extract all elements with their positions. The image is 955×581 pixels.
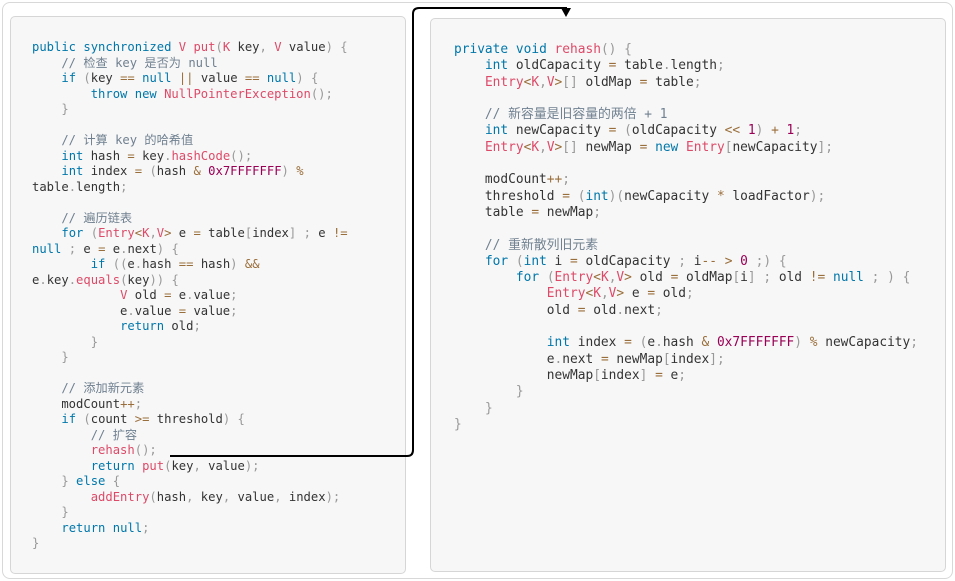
call-flow-arrow: [170, 7, 571, 457]
arrow-connector-line: [170, 7, 567, 457]
arrow-head-icon: [561, 8, 571, 17]
